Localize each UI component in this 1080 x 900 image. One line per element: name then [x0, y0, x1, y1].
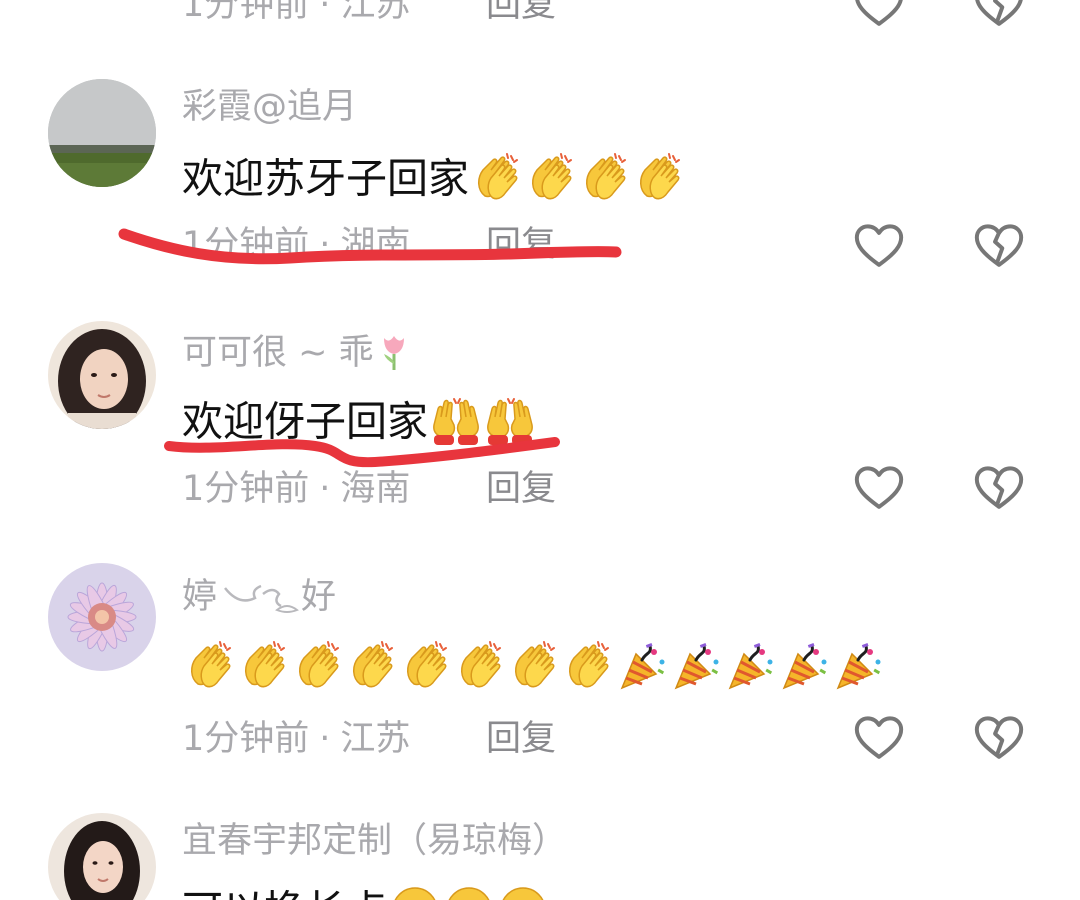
comment-list: 1分钟前·江苏 回复 彩霞@追月 欢迎苏牙子回家 1分钟前·湖南 回复 [0, 0, 1080, 900]
comment-text-content: 欢迎苏牙子回家 [182, 154, 469, 203]
comment-meta: 1分钟前 · 海南 [182, 472, 410, 507]
reply-button[interactable]: 回复 [486, 472, 556, 507]
comment-text-content: 欢迎伢子回家 [182, 397, 428, 446]
comment-username-text: 好 [301, 577, 337, 617]
grinning-face-icon [497, 884, 549, 900]
comment-meta: 1分钟前 · 江苏 [182, 722, 410, 757]
reply-button[interactable]: 回复 [486, 722, 556, 757]
like-button[interactable] [851, 709, 907, 765]
comment-username[interactable]: 宜春宇邦定制（易琼梅） [182, 824, 567, 859]
emoji-row [182, 641, 884, 691]
broken-heart-outline-icon [974, 466, 1024, 509]
grinning-face-icon [389, 884, 441, 900]
heart-outline-icon [855, 0, 903, 26]
comment-text-content: 可以换长点 [182, 887, 387, 900]
comment-time: 1分钟前 [182, 469, 310, 509]
reply-button[interactable]: 回复 [486, 228, 556, 263]
like-button[interactable] [851, 217, 907, 273]
tulip-icon [378, 332, 410, 379]
clapping-hands-icon [508, 640, 560, 699]
dislike-button[interactable] [971, 709, 1027, 765]
comment-username[interactable]: 彩霞@追月 [182, 90, 357, 125]
comment-location: 湖南 [340, 225, 411, 265]
comment-username[interactable]: 婷好 [182, 580, 336, 623]
comment-username-text: 婷 [182, 577, 218, 617]
avatar[interactable] [48, 813, 156, 900]
meta-separator: · [319, 469, 331, 509]
clapping-hands-icon [454, 640, 506, 699]
meta-separator: · [319, 225, 331, 265]
emoji-row [469, 153, 685, 203]
like-button[interactable] [851, 459, 907, 515]
comment-time: 1分钟前 [182, 719, 310, 759]
comment-text: 欢迎苏牙子回家 [182, 152, 685, 211]
meta-separator: · [319, 719, 331, 759]
comment-username-text: 可可很 ~ 乖 [182, 333, 374, 373]
grinning-face-icon [443, 884, 495, 900]
heart-outline-icon [854, 466, 904, 509]
flower-avatar-image [48, 563, 156, 671]
swan-symbol-icon [221, 580, 301, 623]
comment-time: 1分钟前 [182, 0, 310, 25]
avatar[interactable] [48, 563, 156, 671]
clapping-hands-icon [633, 152, 685, 211]
like-button[interactable] [851, 0, 907, 32]
heart-outline-icon [854, 224, 904, 267]
emoji-row [387, 887, 549, 900]
party-popper-icon [778, 640, 830, 699]
comment-location: 江苏 [340, 719, 411, 759]
comment-username[interactable]: 可可很 ~ 乖 [182, 332, 410, 379]
comment-text: 可以换长点 [182, 884, 549, 900]
dislike-button[interactable] [971, 0, 1027, 32]
clapping-hands-icon [346, 640, 398, 699]
raising-hands-icon [430, 395, 482, 454]
woman-portrait-avatar-image [48, 321, 156, 429]
heart-outline-icon [854, 716, 904, 759]
dislike-button[interactable] [971, 459, 1027, 515]
clapping-hands-icon [400, 640, 452, 699]
comment-text [182, 640, 884, 699]
clapping-hands-icon [562, 640, 614, 699]
landscape-avatar-image [48, 79, 156, 187]
party-popper-icon [616, 640, 668, 699]
comment-meta: 1分钟前 · 湖南 [182, 228, 410, 263]
clapping-hands-icon [238, 640, 290, 699]
meta-separator: · [319, 0, 331, 25]
comment-text: 欢迎伢子回家 [182, 395, 536, 454]
party-popper-icon [670, 640, 722, 699]
broken-heart-outline-icon [974, 716, 1024, 759]
clapping-hands-icon [292, 640, 344, 699]
party-popper-icon [832, 640, 884, 699]
comment-location: 海南 [340, 469, 411, 509]
avatar[interactable] [48, 79, 156, 187]
avatar[interactable] [48, 321, 156, 429]
clapping-hands-icon [471, 152, 523, 211]
woman-portrait-avatar-image [48, 813, 156, 900]
clapping-hands-icon [579, 152, 631, 211]
clapping-hands-icon [525, 152, 577, 211]
raising-hands-icon [484, 395, 536, 454]
comment-meta: 1分钟前 · 江苏 [182, 0, 410, 23]
comment-location: 江苏 [340, 0, 411, 25]
dislike-button[interactable] [971, 217, 1027, 273]
reply-button[interactable]: 回复 [486, 0, 556, 23]
party-popper-icon [724, 640, 776, 699]
clapping-hands-icon [184, 640, 236, 699]
broken-heart-outline-icon [974, 224, 1024, 267]
broken-heart-outline-icon [975, 0, 1023, 26]
emoji-row [428, 398, 536, 446]
comment-time: 1分钟前 [182, 225, 310, 265]
